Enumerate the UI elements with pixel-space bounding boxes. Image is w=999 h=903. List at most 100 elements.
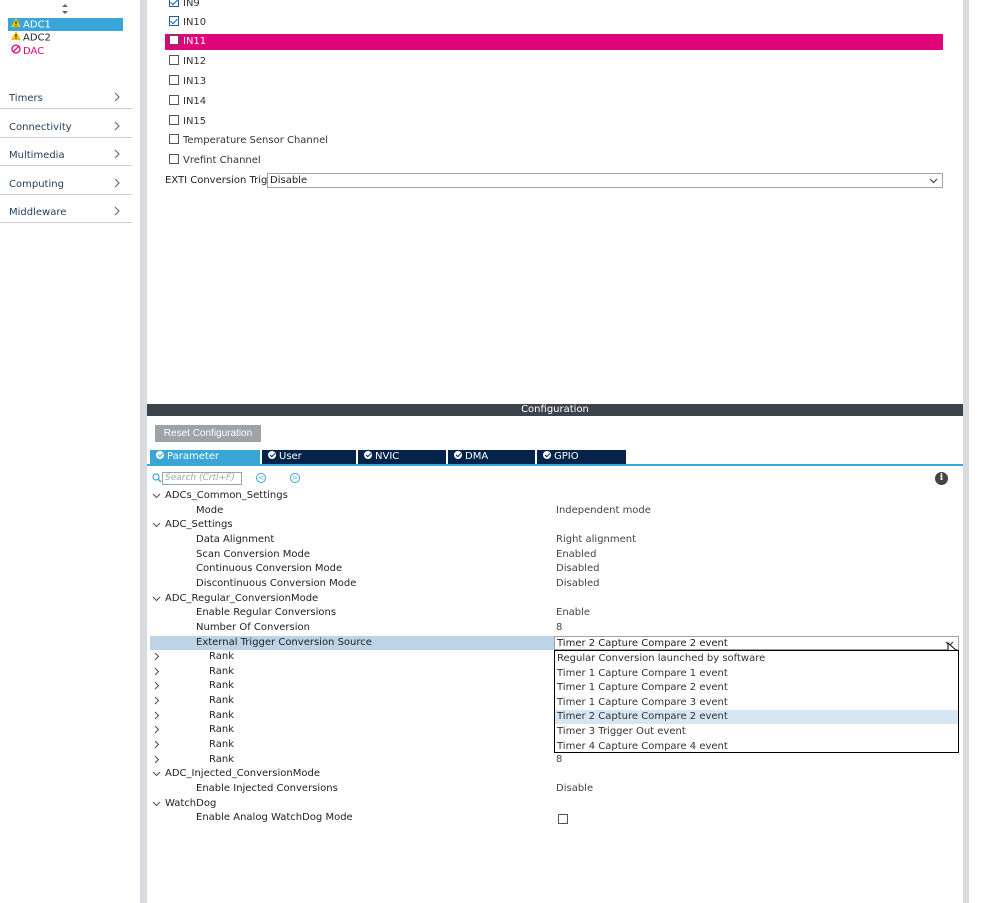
peripheral-item-dac[interactable]: DAC <box>8 44 123 57</box>
check-circle-icon <box>156 451 164 459</box>
param-row[interactable]: Discontinuous Conversion Mode Disabled <box>150 577 960 591</box>
dropdown-option[interactable]: Timer 4 Capture Compare 4 event <box>555 740 958 754</box>
exti-value: Disable <box>270 175 308 186</box>
param-row[interactable]: Data Alignment Right alignment <box>150 533 960 547</box>
channel-in13[interactable]: IN13 <box>169 75 206 89</box>
search-next-icon[interactable]: > <box>290 473 300 483</box>
param-value: Independent mode <box>556 504 651 516</box>
group-name: ADCs_Common_Settings <box>165 490 288 501</box>
param-name: Rank <box>209 695 234 707</box>
channel-vrefint-channel[interactable]: Vrefint Channel <box>169 154 261 168</box>
chevron-right-icon <box>114 91 120 105</box>
group-name: ADC_Regular_ConversionMode <box>165 592 319 604</box>
right-margin <box>969 0 999 903</box>
dropdown-option[interactable]: Timer 1 Capture Compare 1 event <box>555 667 958 681</box>
param-name: Rank <box>209 651 234 663</box>
channel-in14[interactable]: IN14 <box>169 95 206 109</box>
param-row[interactable]: Enable Injected Conversions Disable <box>150 782 960 796</box>
channel-checkbox[interactable] <box>169 115 179 125</box>
search-input[interactable]: Search (Crtl+F) <box>162 472 242 485</box>
search-previous-icon[interactable]: < <box>256 473 266 483</box>
param-row[interactable]: Enable Regular Conversions Enable <box>150 606 960 620</box>
param-group[interactable]: ADC_Regular_ConversionMode <box>150 592 960 606</box>
category-middleware[interactable]: Middleware <box>0 195 132 223</box>
category-multimedia[interactable]: Multimedia <box>0 138 132 166</box>
param-row[interactable]: Scan Conversion Mode Enabled <box>150 548 960 562</box>
trigger-source-select[interactable]: Timer 2 Capture Compare 2 event <box>554 636 959 650</box>
channel-in12[interactable]: IN12 <box>169 55 206 69</box>
watchdog-checkbox[interactable] <box>558 814 568 825</box>
param-row[interactable]: Mode Independent mode <box>150 504 960 518</box>
channel-label: IN9 <box>183 0 200 9</box>
param-name: External Trigger Conversion Source <box>196 636 372 648</box>
peripheral-item-adc2[interactable]: ADC2 <box>8 31 123 44</box>
category-label: Computing <box>9 179 64 190</box>
param-group[interactable]: WatchDog <box>150 797 960 811</box>
dropdown-option[interactable]: Timer 3 Trigger Out event <box>555 725 958 739</box>
channel-checkbox[interactable] <box>169 35 179 45</box>
param-name: Enable Analog WatchDog Mode <box>196 812 353 824</box>
param-row[interactable]: Enable Analog WatchDog Mode <box>150 811 960 825</box>
group-name: ADC_Injected_ConversionMode <box>165 768 320 780</box>
channel-label: IN12 <box>183 56 207 67</box>
param-row[interactable]: Number Of Conversion 8 <box>150 621 960 635</box>
left-splitter[interactable] <box>140 0 147 903</box>
channel-checkbox[interactable] <box>169 55 179 65</box>
tab-user-constants[interactable]: User Constants <box>262 450 356 476</box>
chevron-right-icon <box>114 148 120 162</box>
param-name: Rank <box>209 709 234 721</box>
trigger-source-options: Regular Conversion launched by software T… <box>554 650 959 753</box>
param-value: Disabled <box>556 563 600 575</box>
warning-icon <box>11 31 23 44</box>
category-connectivity[interactable]: Connectivity <box>0 110 132 138</box>
channel-in15[interactable]: IN15 <box>169 115 206 129</box>
dropdown-option[interactable]: Timer 2 Capture Compare 2 event <box>555 710 958 725</box>
param-group[interactable]: ADC_Injected_ConversionMode <box>150 767 960 781</box>
left-navigation: ADC1 ADC2 DAC Timers Connectivity Multimedia… <box>0 0 140 903</box>
channel-in11[interactable]: IN11 <box>169 35 206 49</box>
info-icon[interactable]: i <box>935 472 948 485</box>
peripheral-item-adc1[interactable]: ADC1 <box>8 18 123 31</box>
dropdown-option[interactable]: Timer 1 Capture Compare 3 event <box>555 696 958 710</box>
chevron-down-icon <box>929 174 938 192</box>
param-group[interactable]: ADC_Settings <box>150 518 960 532</box>
param-value: Enable <box>556 607 591 619</box>
tab-gpio-settings[interactable]: GPIO Settings <box>537 450 626 476</box>
tab-parameter-settings[interactable]: Parameter Settings <box>150 450 260 476</box>
param-name: Rank <box>209 665 234 677</box>
channel-in10[interactable]: IN10 <box>169 16 206 30</box>
param-name: Scan Conversion Mode <box>196 548 310 560</box>
channel-checkbox[interactable] <box>169 154 179 164</box>
param-name: Data Alignment <box>196 533 275 545</box>
category-label: Connectivity <box>9 122 72 133</box>
collapse-arrows-icon[interactable] <box>60 3 70 15</box>
param-group[interactable]: ADCs_Common_Settings <box>150 489 960 503</box>
param-name: Rank <box>209 680 234 692</box>
check-circle-icon <box>543 451 551 459</box>
param-row[interactable]: Rank 8 <box>150 753 960 767</box>
channel-checkbox[interactable] <box>169 75 179 85</box>
category-timers[interactable]: Timers <box>0 81 132 109</box>
dropdown-option[interactable]: Timer 1 Capture Compare 2 event <box>555 681 958 695</box>
group-name: WatchDog <box>165 797 217 809</box>
channel-label: IN15 <box>183 116 207 127</box>
channel-checkbox[interactable] <box>169 95 179 105</box>
channel-checkbox[interactable] <box>169 16 179 26</box>
reset-configuration-button[interactable]: Reset Configuration <box>155 425 261 442</box>
channel-checkbox[interactable] <box>169 0 179 7</box>
param-row[interactable]: Continuous Conversion Mode Disabled <box>150 562 960 576</box>
tab-dma-settings[interactable]: DMA Settings <box>448 450 535 476</box>
channel-temperature-sensor-channel[interactable]: Temperature Sensor Channel <box>169 134 328 148</box>
param-value: 8 <box>556 753 563 765</box>
tab-nvic-settings[interactable]: NVIC Settings <box>358 450 446 476</box>
param-row[interactable]: External Trigger Conversion Source <box>150 635 554 650</box>
channel-in9[interactable]: IN9 <box>169 0 200 11</box>
category-computing[interactable]: Computing <box>0 167 132 195</box>
exti-select[interactable]: Disable <box>267 173 943 188</box>
channel-checkbox[interactable] <box>169 134 179 144</box>
param-name: Enable Regular Conversions <box>196 607 337 619</box>
param-value: Disabled <box>556 577 600 589</box>
dropdown-option[interactable]: Regular Conversion launched by software <box>555 652 958 666</box>
param-value: Enabled <box>556 548 597 560</box>
param-name: Continuous Conversion Mode <box>196 563 343 575</box>
